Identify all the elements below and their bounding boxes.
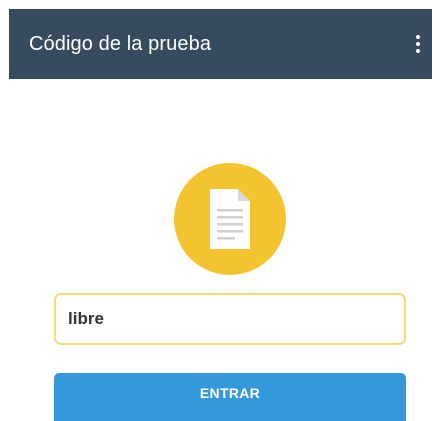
app-bar: Código de la prueba — [9, 9, 432, 79]
code-input[interactable] — [68, 304, 388, 334]
menu-dot — [416, 49, 420, 53]
menu-dot — [416, 42, 420, 46]
enter-button[interactable]: ENTRAR — [54, 373, 406, 421]
menu-dot — [416, 35, 420, 39]
code-input-field[interactable] — [54, 293, 406, 345]
app-title: Código de la prueba — [29, 32, 212, 55]
document-icon — [210, 189, 250, 249]
document-icon-circle — [174, 163, 286, 275]
more-vert-icon[interactable] — [412, 29, 424, 59]
